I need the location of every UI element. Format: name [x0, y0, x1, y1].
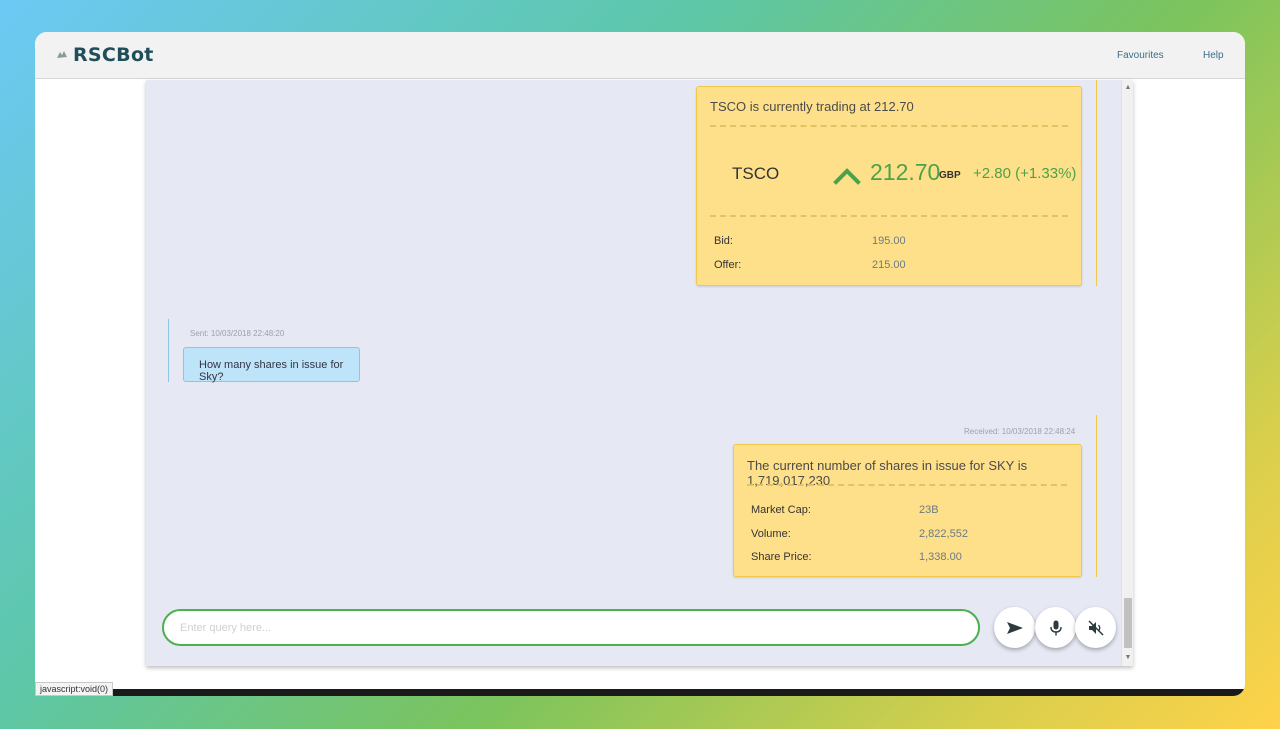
- bot-message-rail: [1096, 415, 1097, 577]
- divider: [747, 484, 1067, 486]
- arrow-up-icon: [833, 168, 861, 185]
- sent-timestamp: Sent: 10/03/2018 22:48:20: [190, 329, 285, 338]
- status-bar-url: javascript:void(0): [35, 682, 114, 696]
- logo[interactable]: RSCBot: [55, 44, 154, 66]
- window-bottom-bar: [35, 689, 1245, 696]
- query-input[interactable]: [162, 609, 980, 646]
- nav-favourites-link[interactable]: Favourites: [1117, 50, 1164, 61]
- share-price-value: 1,338.00: [919, 551, 962, 563]
- offer-value: 215.00: [872, 259, 906, 271]
- microphone-button[interactable]: [1035, 607, 1076, 648]
- app-window: RSCBot Favourites Help TSCO is currently…: [35, 32, 1245, 696]
- user-message-bubble: How many shares in issue for Sky?: [183, 347, 360, 383]
- send-button[interactable]: [994, 607, 1035, 648]
- stock-price: 212.70: [870, 159, 941, 185]
- chat-scrollbar[interactable]: ▲ ▼: [1121, 80, 1133, 666]
- scroll-down-arrow-icon[interactable]: ▼: [1122, 652, 1134, 664]
- chat-panel: TSCO is currently trading at 212.70 TSCO…: [146, 80, 1133, 666]
- logo-text: RSCBot: [73, 44, 154, 66]
- mute-button[interactable]: [1075, 607, 1116, 648]
- market-cap-value: 23B: [919, 504, 939, 516]
- bot-message-rail: [1096, 80, 1097, 286]
- divider: [710, 125, 1068, 127]
- price-change: +2.80 (+1.33%): [973, 165, 1077, 182]
- bid-label: Bid:: [714, 235, 733, 247]
- scroll-thumb[interactable]: [1124, 598, 1132, 648]
- received-timestamp: Received: 10/03/2018 22:48:24: [964, 427, 1076, 436]
- offer-label: Offer:: [714, 259, 742, 271]
- ticker-symbol: TSCO: [732, 164, 780, 183]
- speaker-muted-icon: [1087, 619, 1104, 636]
- top-navbar: RSCBot Favourites Help: [35, 32, 1245, 79]
- share-price-label: Share Price:: [751, 551, 812, 563]
- volume-value: 2,822,552: [919, 528, 968, 540]
- user-message-rail: [168, 319, 169, 382]
- bid-value: 195.00: [872, 235, 906, 247]
- currency-code: GBP: [939, 170, 961, 181]
- stock-quote-title: TSCO is currently trading at 212.70: [710, 99, 914, 114]
- logo-icon: [55, 48, 69, 62]
- volume-label: Volume:: [751, 528, 791, 540]
- divider: [710, 215, 1068, 217]
- shares-reply-card: The current number of shares in issue fo…: [733, 444, 1082, 577]
- send-icon: [1006, 621, 1023, 634]
- market-cap-label: Market Cap:: [751, 504, 811, 516]
- microphone-icon: [1049, 620, 1062, 635]
- scroll-up-arrow-icon[interactable]: ▲: [1122, 82, 1134, 94]
- nav-help-link[interactable]: Help: [1203, 50, 1224, 61]
- stock-quote-card: TSCO is currently trading at 212.70 TSCO…: [696, 86, 1082, 286]
